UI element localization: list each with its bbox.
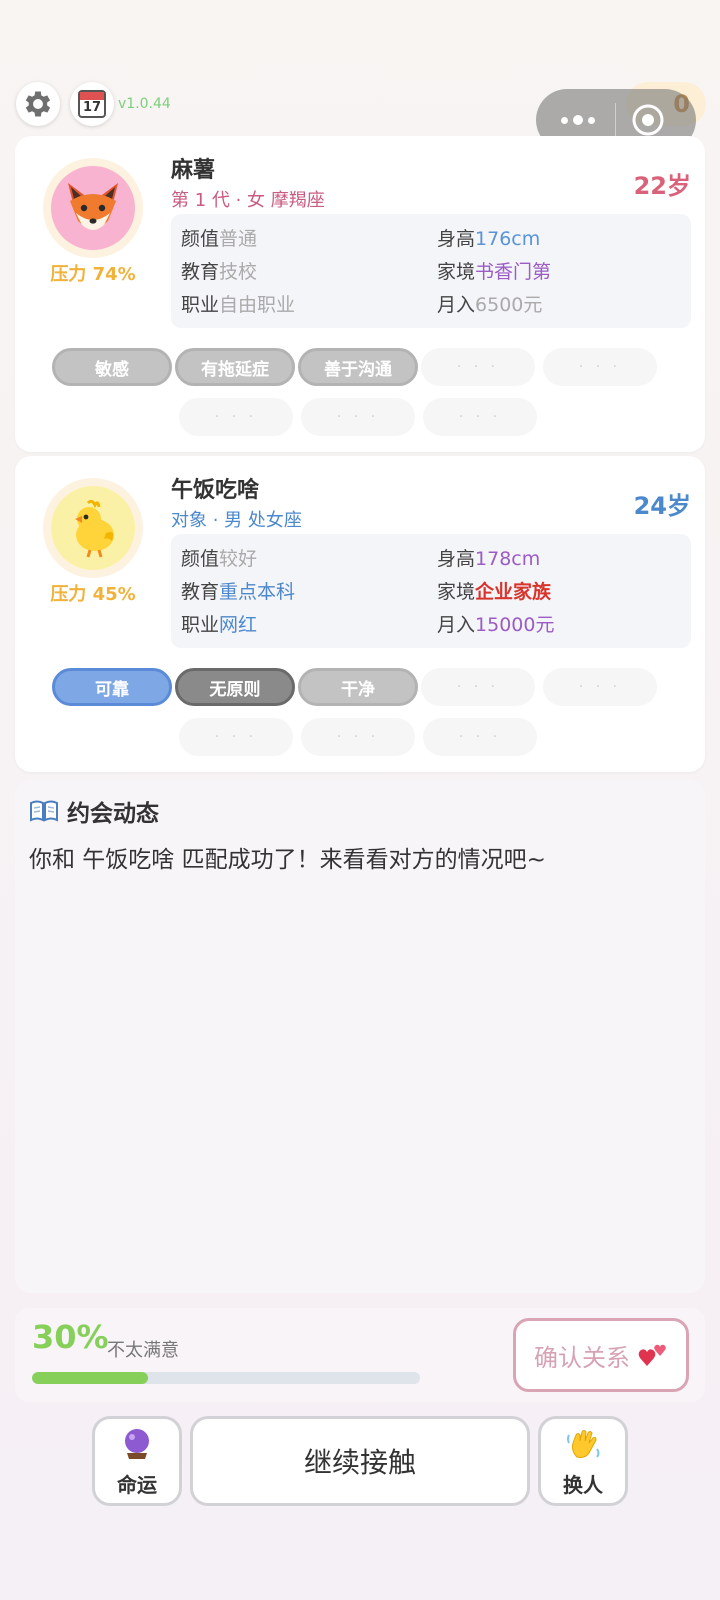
stat-education: 教育技校 [181,261,258,283]
stat-job: 职业自由职业 [181,294,296,316]
player-trait-tag[interactable]: 有拖延症 [175,348,295,386]
date-feed[interactable]: 约会动态 你和 午饭吃啥 匹配成功了！来看看对方的情况吧~ [15,780,705,1293]
crystal-ball-icon [125,1429,149,1459]
empty-trait-slot: · · · [301,718,415,756]
calendar-day: 17 [82,100,102,115]
partner-age: 24岁 [633,492,691,520]
player-trait-tag[interactable]: 善于沟通 [298,348,418,386]
player-pressure: 压力 74% [50,264,136,285]
fate-button[interactable]: 命运 [92,1416,182,1506]
empty-trait-slot: · · · [179,718,293,756]
satisfaction-percent: 30% [32,1318,109,1356]
waving-hand-icon [567,1430,600,1458]
stat-family: 家境书香门第 [437,261,552,283]
swap-person-button[interactable]: 换人 [538,1416,628,1506]
player-trait-tag[interactable]: 敏感 [52,348,172,386]
player-name: 麻薯 [171,158,216,183]
partner-name: 午饭吃啥 [171,478,260,503]
continue-label: 继续接触 [303,1446,416,1479]
target-icon [632,104,664,136]
empty-trait-slot: · · · [301,398,415,436]
version-label: v1.0.44 [118,96,171,112]
empty-trait-slot: · · · [543,348,657,386]
calendar-icon: 17 [78,90,106,118]
partner-trait-tag[interactable]: 干净 [298,668,418,706]
stat-looks: 颜值较好 [181,548,258,570]
confirm-relationship-button[interactable]: 确认关系 [513,1318,689,1392]
partner-card: 压力 45% 午饭吃啥 对象 · 男 处女座 24岁 颜值较好 身高178cm … [15,456,705,772]
more-dots-icon [561,115,595,125]
stat-income: 月入6500元 [437,294,543,316]
player-subtitle: 第 1 代 · 女 摩羯座 [171,190,325,211]
calendar-button[interactable]: 17 [70,82,114,126]
swap-label: 换人 [563,1473,603,1497]
player-age: 22岁 [633,172,691,200]
more-button[interactable] [550,107,606,133]
stat-job: 职业网红 [181,614,258,636]
continue-contact-button[interactable]: 继续接触 [190,1416,530,1506]
empty-trait-slot: · · · [423,718,537,756]
two-hearts-icon [638,1344,666,1366]
satisfaction-status: 不太满意 [107,1340,179,1361]
player-card: 压力 74% 麻薯 第 1 代 · 女 摩羯座 22岁 颜值普通 身高176cm… [15,136,705,452]
partner-trait-tag[interactable]: 无原则 [175,668,295,706]
chick-icon [75,499,114,558]
feed-header: 约会动态 [29,794,159,828]
stat-family: 家境企业家族 [437,581,552,603]
settings-button[interactable] [16,82,60,126]
confirm-label: 确认关系 [534,1343,630,1372]
stat-education: 教育重点本科 [181,581,296,603]
player-stats: 颜值普通 身高176cm 教育技校 家境书香门第 职业自由职业 月入6500元 [171,214,691,328]
empty-trait-slot: · · · [421,668,535,706]
empty-trait-slot: · · · [179,398,293,436]
relationship-progress: 30% 不太满意 确认关系 [15,1308,705,1402]
partner-trait-tag[interactable]: 可靠 [52,668,172,706]
stat-height: 身高178cm [437,548,541,570]
partner-stats: 颜值较好 身高178cm 教育重点本科 家境企业家族 职业网红 月入15000元 [171,534,691,648]
empty-trait-slot: · · · [421,348,535,386]
progress-track [32,1372,420,1384]
fox-icon [68,183,118,230]
open-book-icon [30,800,58,822]
fate-label: 命运 [117,1473,157,1497]
stat-looks: 颜值普通 [181,228,258,250]
partner-avatar[interactable] [43,478,143,578]
partner-subtitle: 对象 · 男 处女座 [171,510,302,531]
feed-title: 约会动态 [67,801,159,827]
feed-message: 你和 午饭吃啥 匹配成功了！来看看对方的情况吧~ [29,847,546,873]
player-avatar[interactable] [43,158,143,258]
empty-trait-slot: · · · [543,668,657,706]
stat-income: 月入15000元 [437,614,555,636]
progress-fill [32,1372,149,1384]
empty-trait-slot: · · · [423,398,537,436]
close-miniprogram-button[interactable] [630,102,666,138]
stat-height: 身高176cm [437,228,541,250]
partner-pressure: 压力 45% [50,584,136,605]
gear-icon [25,91,51,117]
